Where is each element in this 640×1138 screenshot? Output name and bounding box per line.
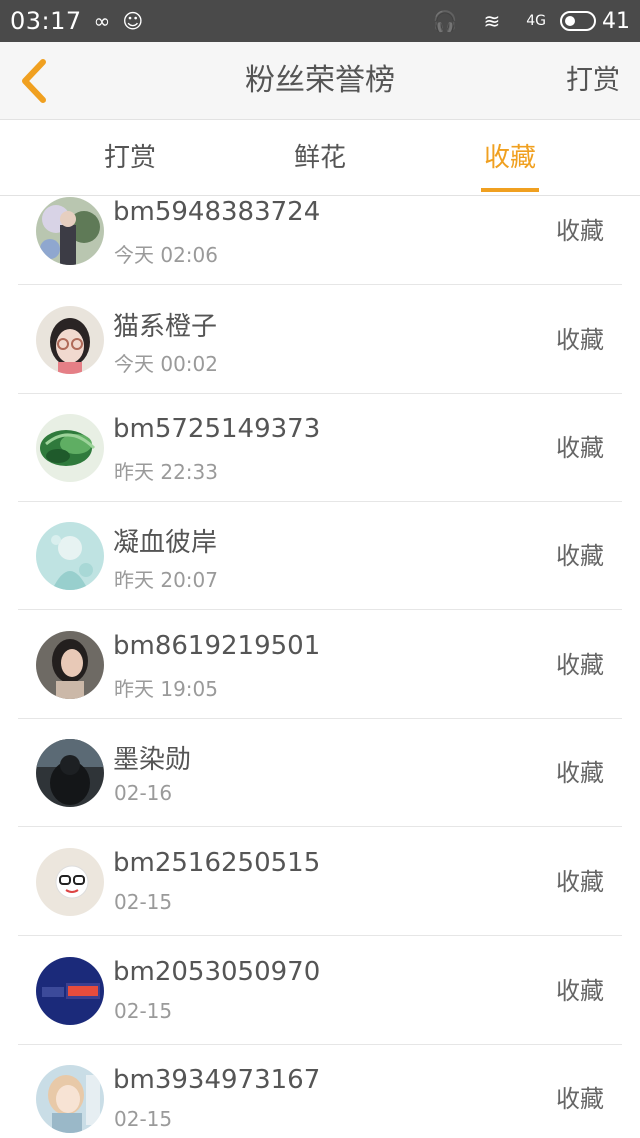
user-name: bm2053050970: [113, 957, 321, 987]
timestamp: 02-15: [114, 890, 173, 914]
battery-level: 41: [602, 8, 630, 34]
signal-icon: 4G: [526, 13, 546, 29]
avatar: [36, 1065, 104, 1133]
timestamp: 今天 02:06: [114, 243, 218, 267]
status-time: 03:17: [10, 7, 82, 35]
tab-label: 鲜花: [293, 143, 346, 173]
tab-bar: 打赏 鲜花 收藏: [0, 120, 640, 196]
avatar: [36, 197, 104, 265]
tab-flowers[interactable]: 鲜花: [260, 120, 380, 196]
user-name: bm3934973167: [113, 1065, 321, 1095]
user-name: 墨染勋: [113, 745, 192, 775]
user-name: bm5948383724: [113, 197, 321, 227]
tab-label: 打赏: [103, 143, 156, 173]
page-title: 粉丝荣誉榜: [245, 63, 395, 98]
action-tag: 收藏: [556, 217, 604, 245]
fan-list: bm5948383724 今天 02:06 收藏 猫系橙子 今天 00:02 收…: [18, 196, 622, 1138]
active-tab-indicator: [481, 188, 539, 192]
status-bar: 03:17 ∞ ☺ 🎧 ≋ 4G 41: [0, 0, 640, 42]
list-item[interactable]: 猫系橙子 今天 00:02 收藏: [18, 286, 622, 394]
avatar: [36, 848, 104, 916]
timestamp: 今天 00:02: [114, 352, 218, 376]
user-name: 凝血彼岸: [113, 528, 218, 558]
avatar: [36, 957, 104, 1025]
list-item[interactable]: 墨染勋 02-16 收藏: [18, 719, 622, 827]
user-name: 猫系橙子: [113, 312, 218, 342]
action-tag: 收藏: [556, 1085, 604, 1113]
headphones-icon: 🎧: [432, 9, 458, 33]
timestamp: 昨天 19:05: [114, 677, 218, 701]
app-header: 粉丝荣誉榜 打赏: [0, 42, 640, 120]
user-name: bm8619219501: [113, 631, 321, 661]
timestamp: 02-15: [114, 999, 173, 1023]
action-tag: 收藏: [556, 542, 604, 570]
avatar: [36, 739, 104, 807]
list-item[interactable]: bm2516250515 02-15 收藏: [18, 828, 622, 936]
action-tag: 收藏: [556, 977, 604, 1005]
timestamp: 昨天 20:07: [114, 568, 218, 592]
list-item[interactable]: bm8619219501 昨天 19:05 收藏: [18, 611, 622, 719]
list-item[interactable]: bm5725149373 昨天 22:33 收藏: [18, 394, 622, 502]
tab-label: 收藏: [483, 143, 536, 173]
avatar: [36, 306, 104, 374]
smile-icon: ☺: [122, 9, 144, 33]
list-item[interactable]: bm5948383724 今天 02:06 收藏: [18, 196, 622, 285]
infinity-icon: ∞: [93, 9, 111, 33]
list-item[interactable]: 凝血彼岸 昨天 20:07 收藏: [18, 502, 622, 610]
avatar: [36, 631, 104, 699]
battery-indicator: 41: [560, 9, 630, 34]
avatar: [36, 414, 104, 482]
timestamp: 02-16: [114, 781, 173, 805]
action-tag: 收藏: [556, 434, 604, 462]
tab-tip[interactable]: 打赏: [70, 120, 190, 196]
timestamp: 昨天 22:33: [114, 460, 218, 484]
action-tag: 收藏: [556, 651, 604, 679]
list-item[interactable]: bm3934973167 02-15 收藏: [18, 1045, 622, 1138]
wifi-icon: ≋: [483, 9, 501, 33]
avatar: [36, 522, 104, 590]
action-tag: 收藏: [556, 326, 604, 354]
battery-icon: [560, 11, 596, 31]
timestamp: 02-15: [114, 1107, 173, 1131]
tab-favorites[interactable]: 收藏: [450, 120, 570, 196]
tip-button[interactable]: 打赏: [566, 42, 620, 120]
action-tag: 收藏: [556, 759, 604, 787]
action-tag: 收藏: [556, 868, 604, 896]
user-name: bm2516250515: [113, 848, 321, 878]
user-name: bm5725149373: [113, 414, 321, 444]
list-item[interactable]: bm2053050970 02-15 收藏: [18, 937, 622, 1045]
